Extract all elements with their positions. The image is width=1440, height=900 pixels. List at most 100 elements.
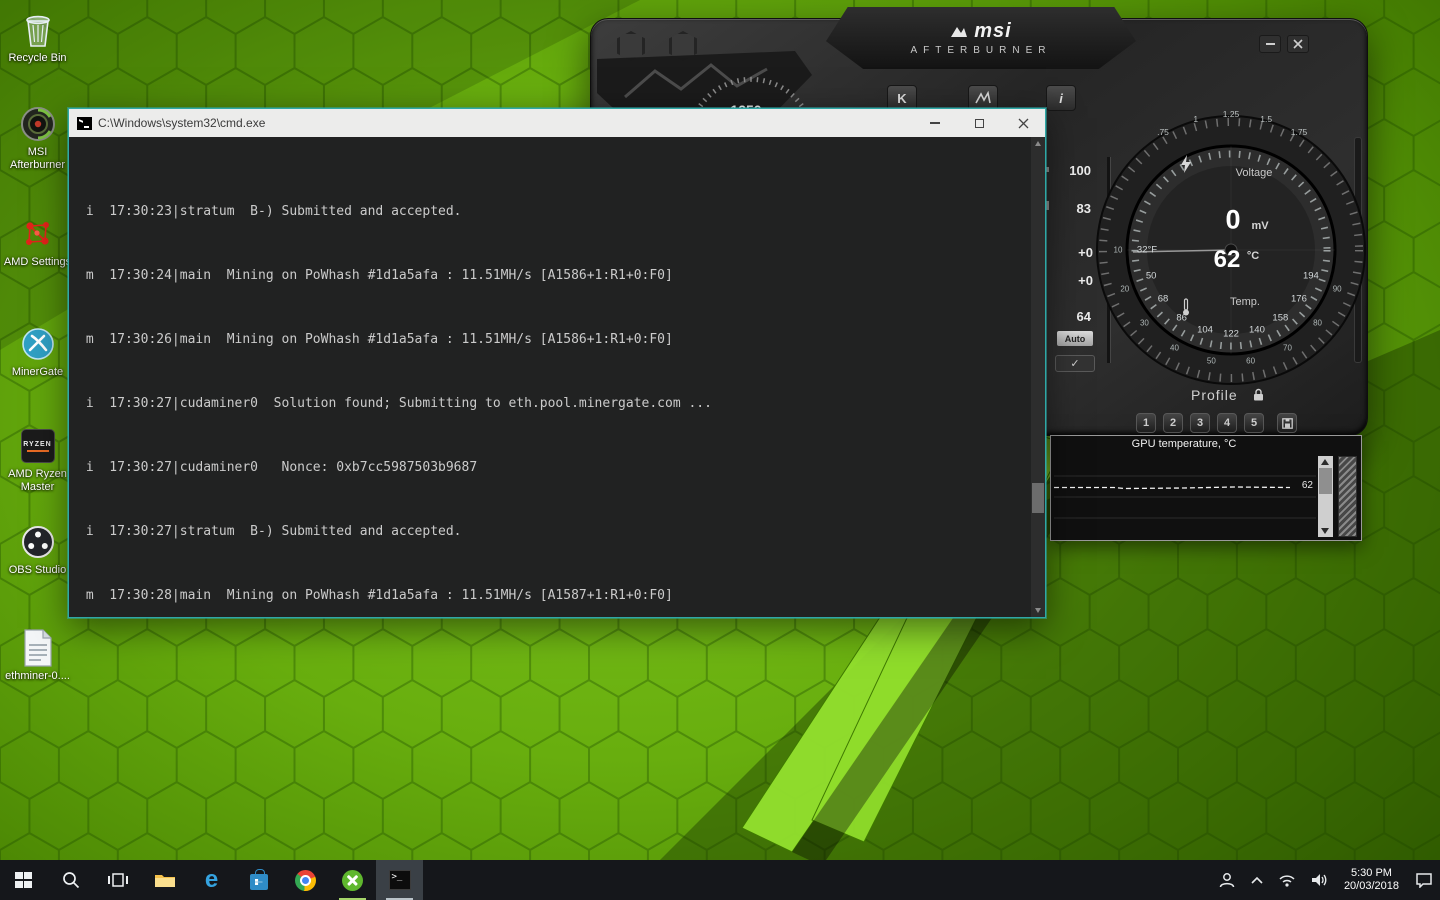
tray-clock[interactable]: 5:30 PM 20/03/2018 — [1335, 867, 1408, 893]
msi-brand-text: msi — [974, 20, 1012, 42]
voltage-label: Voltage — [1235, 167, 1273, 179]
console-output[interactable]: i 17:30:23|stratum B-) Submitted and acc… — [69, 137, 1031, 617]
chrome-icon — [295, 869, 316, 891]
gauge-scale-label: 80 — [1313, 318, 1323, 328]
people-icon — [1219, 873, 1235, 888]
desktop-icon-label: Recycle Bin — [8, 52, 67, 64]
monitor-current-value: 62 — [1301, 480, 1313, 491]
desktop-icon-label: ethminer-0.... — [5, 670, 70, 682]
desktop-icon-msi-afterburner[interactable]: MSI Afterburner — [0, 104, 75, 172]
cmd-scrollbar-thumb[interactable] — [1032, 482, 1044, 513]
gauge-scale-label: 194 — [1302, 270, 1319, 282]
msi-dragon-icon — [951, 26, 968, 37]
network-button[interactable] — [1271, 860, 1303, 900]
system-tray: 5:30 PM 20/03/2018 — [1211, 860, 1440, 900]
gauge-scale-label: 122 — [1223, 328, 1239, 340]
minergate-icon — [342, 869, 363, 891]
gauge-scale-label: 68 — [1157, 293, 1169, 305]
monitor-scrollbar[interactable] — [1318, 456, 1333, 537]
chevron-up-icon — [1251, 876, 1263, 884]
cmd-maximize-button[interactable] — [957, 109, 1001, 137]
edge-button[interactable]: e — [188, 860, 235, 900]
console-line: m 17:30:24|main Mining on PoWhash #1d1a5… — [78, 268, 673, 283]
gauge-scale-label: 40 — [1170, 343, 1179, 353]
close-icon — [1018, 118, 1028, 128]
taskbar: e >_ 5:30 PM 20/03/2018 — [0, 860, 1440, 900]
volume-button[interactable] — [1303, 860, 1335, 900]
tray-expand-button[interactable] — [1243, 860, 1271, 900]
start-button[interactable] — [0, 860, 47, 900]
search-button[interactable] — [47, 860, 94, 900]
gauge-scale-label: 1.75 — [1290, 127, 1308, 138]
cmd-title: C:\Windows\system32\cmd.exe — [98, 116, 266, 130]
minergate-taskbar-button[interactable] — [329, 860, 376, 900]
cmd-close-button[interactable] — [1001, 109, 1045, 137]
monitor-resize-grip[interactable] — [1338, 456, 1357, 537]
scroll-down-icon[interactable] — [1034, 608, 1041, 613]
gauge-scale-label: 60 — [1246, 356, 1256, 366]
gauge-scale-label: 50 — [1145, 270, 1157, 282]
windows-logo-icon — [15, 871, 32, 889]
afterburner-minimize-button[interactable] — [1259, 35, 1281, 53]
cmd-taskbar-button[interactable] — [376, 860, 423, 900]
ryzen-icon-text: RYZEN — [23, 440, 52, 448]
afterburner-close-button[interactable] — [1287, 35, 1309, 53]
desktop: Recycle Bin MSI Afterburner AMD Settings… — [0, 0, 1440, 900]
cmd-minimize-button[interactable] — [913, 109, 957, 137]
gauge-scale-label: 70 — [1283, 343, 1292, 353]
save-icon — [1281, 417, 1293, 429]
hardware-monitor-panel: GPU temperature, °C 62 — [1050, 435, 1362, 541]
edge-icon: e — [204, 866, 219, 893]
voltage-temp-gauge: .75 1 1.25 1.5 1.75 32°F 50 68 86 104 122 140 158 17… — [1081, 100, 1381, 400]
desktop-icon-label: MinerGate — [11, 366, 64, 378]
lock-icon — [1254, 388, 1263, 401]
scroll-down-icon[interactable] — [1321, 528, 1329, 534]
cmd-app-icon — [77, 116, 92, 130]
amd-ryzen-master-icon: RYZEN — [0, 426, 75, 466]
profile-button-1[interactable]: 1 — [1136, 413, 1156, 433]
maximize-icon — [974, 118, 984, 128]
gauge-scale-label: 32°F — [1136, 244, 1158, 256]
cmd-titlebar[interactable]: C:\Windows\system32\cmd.exe — [69, 109, 1045, 137]
chrome-button[interactable] — [282, 860, 329, 900]
desktop-icon-amd-ryzen-master[interactable]: RYZEN AMD Ryzen Master — [0, 426, 75, 494]
monitor-scrollbar-thumb[interactable] — [1319, 468, 1332, 494]
scroll-up-icon[interactable] — [1034, 141, 1041, 146]
minimize-icon — [1265, 43, 1275, 45]
profile-button-3[interactable]: 3 — [1190, 413, 1210, 433]
profile-button-5[interactable]: 5 — [1244, 413, 1264, 433]
desktop-icon-obs-studio[interactable]: OBS Studio — [0, 522, 75, 577]
temp-unit: °C — [1246, 250, 1260, 262]
file-explorer-button[interactable] — [141, 860, 188, 900]
scroll-up-icon[interactable] — [1321, 459, 1329, 465]
gauge-scale-label: 1.5 — [1260, 113, 1273, 124]
save-profile-button[interactable] — [1277, 413, 1297, 433]
store-button[interactable] — [235, 860, 282, 900]
desktop-icon-recycle-bin[interactable]: Recycle Bin — [0, 10, 75, 65]
cmd-scrollbar[interactable] — [1031, 137, 1045, 617]
msi-afterburner-icon — [0, 104, 75, 144]
profile-button-2[interactable]: 2 — [1163, 413, 1183, 433]
network-icon — [1279, 875, 1295, 887]
desktop-icon-label: AMD Ryzen Master — [8, 468, 67, 493]
store-icon — [249, 869, 268, 890]
console-line: m 17:30:28|main Mining on PoWhash #1d1a5… — [78, 588, 673, 603]
profile-button-4[interactable]: 4 — [1217, 413, 1237, 433]
gauge-scale-label: 140 — [1249, 324, 1265, 336]
gauge-scale-label: 20 — [1120, 284, 1130, 294]
folder-icon — [154, 875, 175, 887]
amd-settings-icon — [0, 214, 75, 254]
task-view-button[interactable] — [94, 860, 141, 900]
gauge-scale-label: 104 — [1197, 324, 1213, 336]
console-line: m 17:30:26|main Mining on PoWhash #1d1a5… — [78, 332, 673, 347]
action-center-button[interactable] — [1408, 860, 1440, 900]
desktop-icon-ethminer[interactable]: ethminer-0.... — [0, 628, 75, 683]
gauge-scale-label: 50 — [1206, 356, 1216, 366]
file-icon — [0, 628, 75, 668]
search-icon — [62, 872, 79, 889]
desktop-icon-minergate[interactable]: MinerGate — [0, 324, 75, 379]
thermometer-icon — [1183, 298, 1189, 316]
info-button[interactable]: i — [1046, 85, 1076, 111]
people-button[interactable] — [1211, 860, 1243, 900]
desktop-icon-amd-settings[interactable]: AMD Settings — [0, 214, 75, 269]
